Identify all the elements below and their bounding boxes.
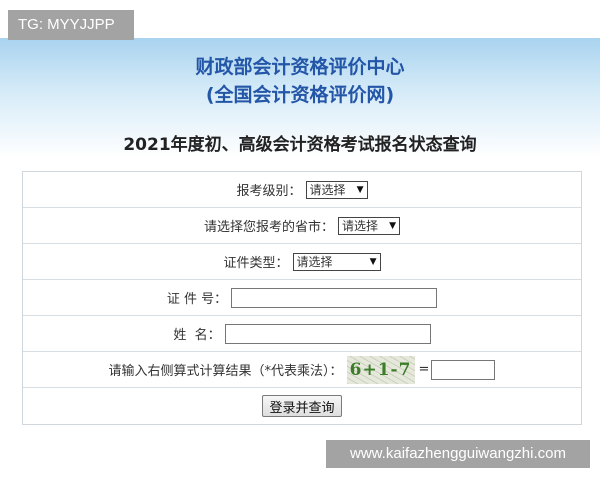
- level-label: 报考级别：: [236, 184, 302, 199]
- id-number-input[interactable]: [231, 287, 438, 308]
- form-row-captcha: 请输入右侧算式计算结果（*代表乘法）： 6+1-7 =: [23, 352, 581, 388]
- captcha-input[interactable]: [431, 359, 496, 380]
- name-label: 姓 名：: [173, 328, 221, 343]
- chevron-down-icon: ▼: [389, 220, 396, 231]
- form-row-submit: 登录并查询: [23, 388, 581, 424]
- level-select[interactable]: 请选择 ▼: [305, 180, 368, 199]
- province-label: 请选择您报考的省市：: [203, 220, 334, 235]
- level-select-value: 请选择: [309, 182, 346, 197]
- org-title: 财政部会计资格评价中心: [195, 56, 405, 78]
- equals-sign: =: [418, 362, 430, 377]
- captcha-image[interactable]: 6+1-7: [346, 355, 415, 384]
- id-number-label: 证 件 号：: [166, 292, 228, 307]
- org-subtitle: (全国会计资格评价网): [205, 84, 395, 106]
- form-row-province: 请选择您报考的省市： 请选择 ▼: [23, 208, 581, 244]
- tag-label: TG: MYYJJPP: [8, 10, 134, 40]
- province-select-value: 请选择: [342, 218, 379, 233]
- id-type-select-value: 请选择: [296, 254, 333, 269]
- province-select[interactable]: 请选择 ▼: [338, 216, 400, 235]
- chevron-down-icon: ▼: [356, 184, 364, 195]
- captcha-label: 请输入右侧算式计算结果（*代表乘法）：: [108, 364, 343, 379]
- form-row-level: 报考级别： 请选择 ▼: [23, 172, 581, 208]
- id-type-select[interactable]: 请选择 ▼: [292, 252, 381, 271]
- page-title: 2021年度初、高级会计资格考试报名状态查询: [123, 135, 477, 155]
- watermark: www.kaifazhengguiwangzhi.com: [326, 440, 590, 468]
- form-row-id-number: 证 件 号：: [23, 280, 581, 316]
- submit-button[interactable]: 登录并查询: [262, 395, 342, 417]
- query-form: 报考级别： 请选择 ▼ 请选择您报考的省市： 请选择 ▼ 证件类型： 请选择 ▼…: [22, 171, 582, 425]
- name-input[interactable]: [224, 323, 431, 344]
- chevron-down-icon: ▼: [369, 256, 377, 267]
- id-type-label: 证件类型：: [223, 256, 289, 271]
- form-row-id-type: 证件类型： 请选择 ▼: [23, 244, 581, 280]
- form-row-name: 姓 名：: [23, 316, 581, 352]
